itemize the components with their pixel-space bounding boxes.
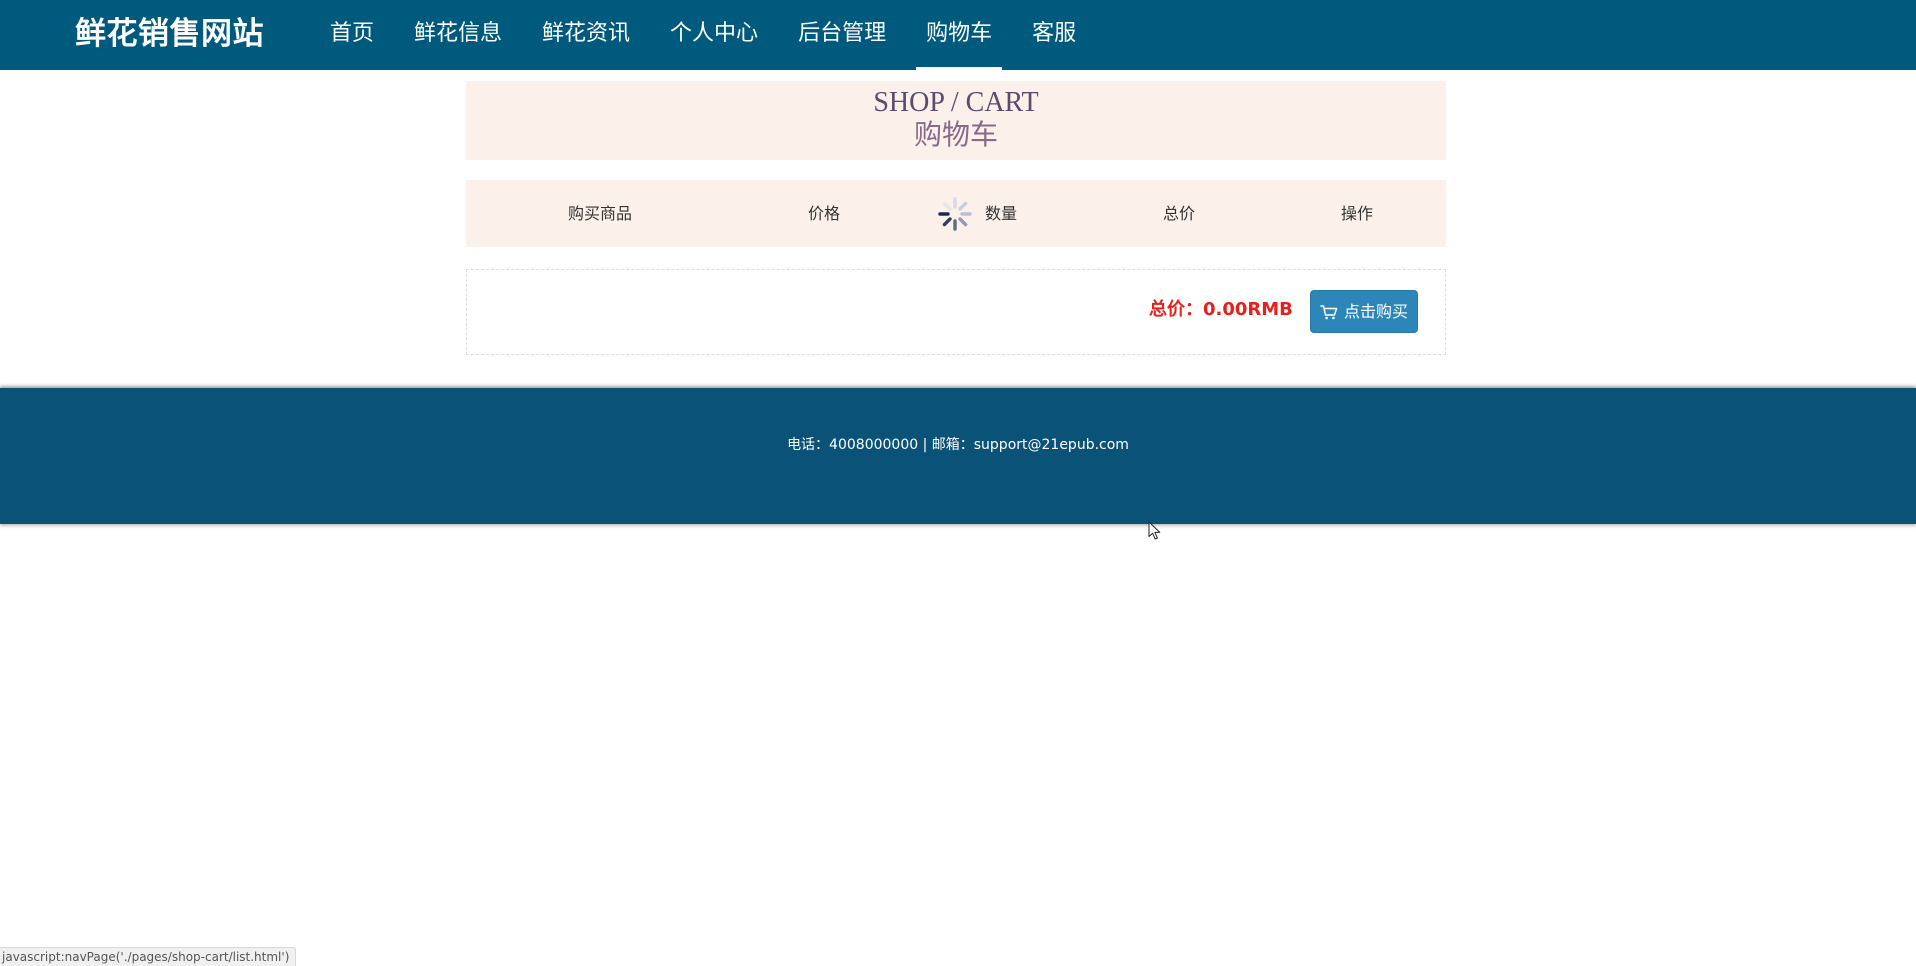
column-header-price: 价格 <box>807 204 841 223</box>
column-header-actions: 操作 <box>1340 204 1374 223</box>
nav-item-admin[interactable]: 后台管理 <box>788 0 896 70</box>
page-footer: 电话：4008000000 | 邮箱：support@21epub.com <box>0 388 1916 524</box>
cart-total-price: 总价：0.00RMB <box>1149 299 1293 320</box>
column-header-product: 购买商品 <box>567 204 633 223</box>
page-title-banner: SHOP / CART 购物车 <box>466 81 1446 160</box>
site-brand[interactable]: 鲜花销售网站 <box>75 14 264 54</box>
page-title-cn: 购物车 <box>913 118 998 151</box>
mouse-cursor-icon <box>1148 521 1161 540</box>
cart-icon <box>1320 304 1338 319</box>
browser-status-bar: javascript:navPage('./pages/shop-cart/li… <box>0 947 297 966</box>
nav-item-customer-service[interactable]: 客服 <box>1022 0 1086 70</box>
footer-contact: 电话：4008000000 | 邮箱：support@21epub.com <box>787 437 1129 453</box>
page-title-en: SHOP / CART <box>873 87 1039 118</box>
top-nav-bar: 鲜花销售网站 首页 鲜花信息 鲜花资讯 个人中心 后台管理 购物车 客服 <box>0 0 1916 70</box>
column-header-quantity: 数量 <box>984 204 1018 223</box>
nav-item-home[interactable]: 首页 <box>320 0 384 70</box>
nav-item-flower-info[interactable]: 鲜花信息 <box>404 0 512 70</box>
nav-item-personal-center[interactable]: 个人中心 <box>660 0 768 70</box>
nav-item-flower-news[interactable]: 鲜花资讯 <box>532 0 640 70</box>
nav-item-cart[interactable]: 购物车 <box>916 0 1003 70</box>
cart-summary-box <box>466 269 1446 355</box>
main-nav: 首页 鲜花信息 鲜花资讯 个人中心 后台管理 购物车 客服 <box>320 0 1106 70</box>
buy-button-label: 点击购买 <box>1343 302 1408 321</box>
buy-button[interactable]: 点击购买 <box>1310 290 1418 333</box>
loading-spinner-icon <box>938 197 972 231</box>
column-header-subtotal: 总价 <box>1162 204 1196 223</box>
